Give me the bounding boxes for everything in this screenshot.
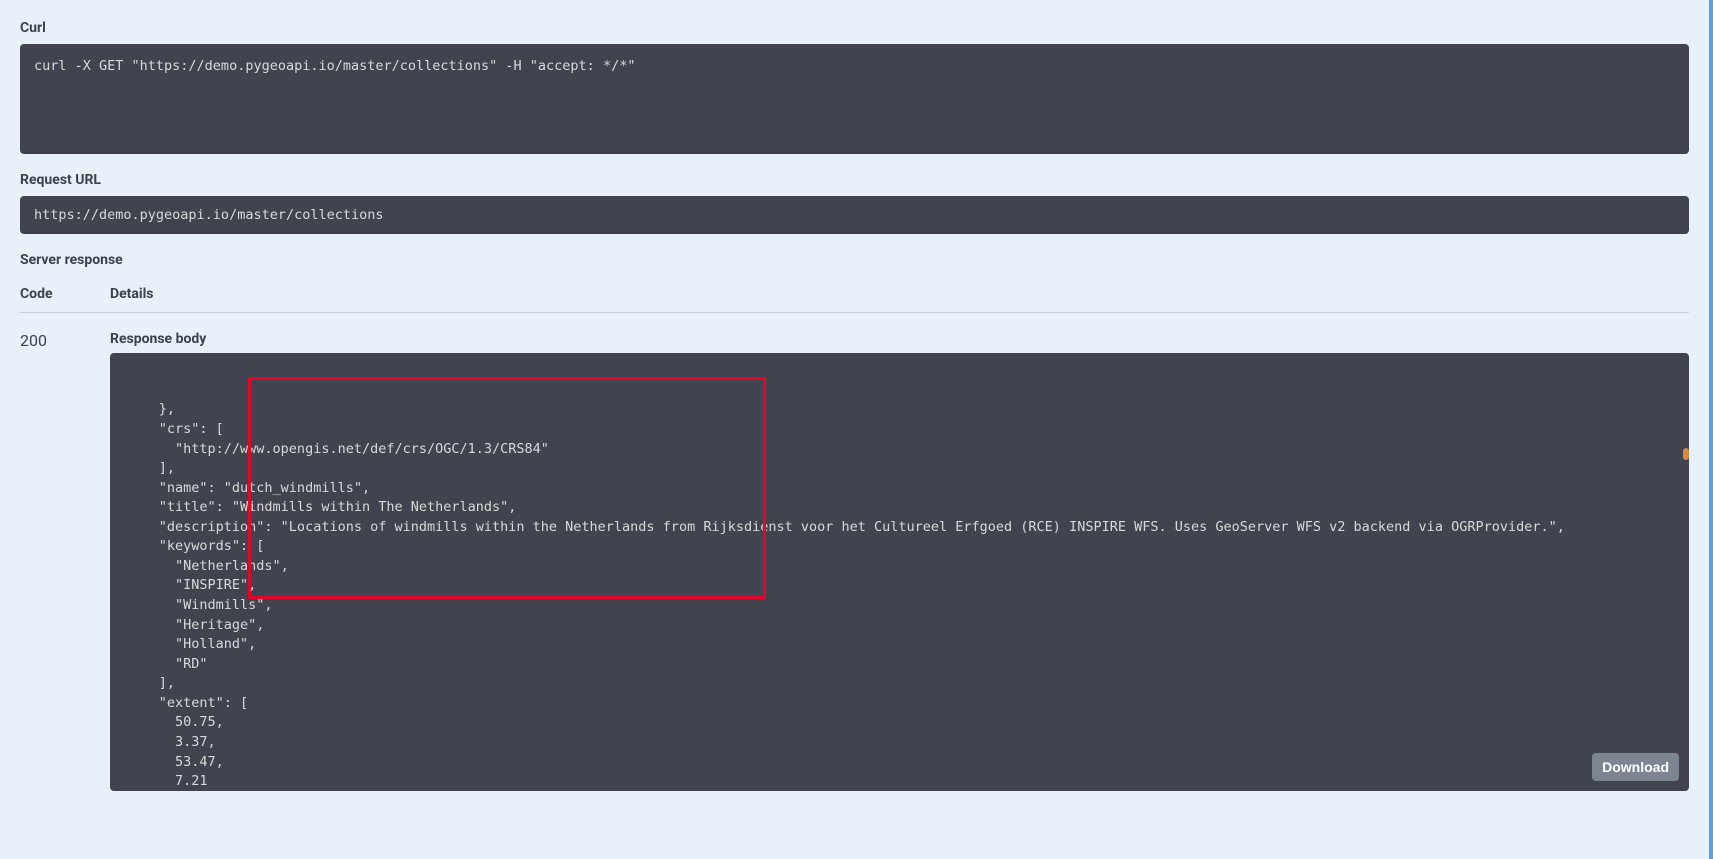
details-column-header: Details (110, 286, 1689, 302)
response-row: 200 Response body }, "crs": [ "http://ww… (20, 313, 1689, 791)
response-table-header: Code Details (20, 276, 1689, 313)
response-body-block[interactable]: }, "crs": [ "http://www.opengis.net/def/… (110, 353, 1689, 791)
download-button[interactable]: Download (1592, 753, 1679, 781)
scrollbar-thumb[interactable] (1683, 448, 1689, 460)
server-response-label: Server response (20, 252, 1689, 268)
curl-command-block[interactable]: curl -X GET "https://demo.pygeoapi.io/ma… (20, 44, 1689, 154)
curl-label: Curl (20, 20, 1689, 36)
response-body-content: }, "crs": [ "http://www.opengis.net/def/… (110, 392, 1689, 791)
request-url-label: Request URL (20, 172, 1689, 188)
request-url-block[interactable]: https://demo.pygeoapi.io/master/collecti… (20, 196, 1689, 234)
response-body-label: Response body (110, 331, 1689, 347)
code-column-header: Code (20, 286, 110, 302)
status-code: 200 (20, 331, 110, 791)
